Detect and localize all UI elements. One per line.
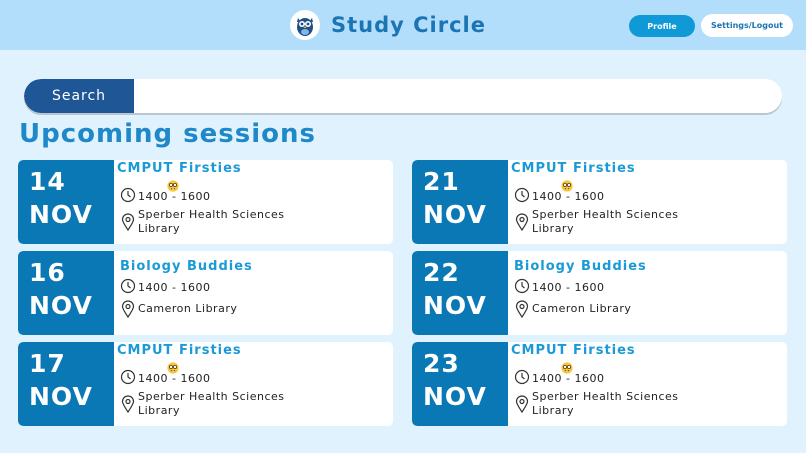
session-date: 17 NOV [18, 342, 114, 426]
settings-logout-button[interactable]: Settings/Logout [701, 14, 793, 37]
profile-button[interactable]: Profile [629, 15, 695, 37]
session-time: 1400 - 1600 [532, 189, 605, 203]
owl-logo-icon [290, 10, 320, 40]
session-location: Cameron Library [532, 302, 631, 316]
session-time-row: 1400 - 1600 [120, 278, 210, 296]
session-day: 14 [29, 167, 66, 196]
session-date: 23 NOV [412, 342, 508, 426]
search-bar: Search [24, 79, 782, 113]
session-card[interactable]: 16 NOV Biology Buddies 1400 - 1600 Cameron L… [18, 251, 393, 335]
session-month: NOV [29, 291, 93, 320]
session-location: Sperber Health Sciences Library [138, 390, 285, 418]
session-location: Sperber Health Sciences Library [532, 208, 679, 236]
session-card[interactable]: 17 NOV CMPUT Firsties 1400 - 1600 Sperber He… [18, 342, 393, 426]
session-location-row: Sperber Health Sciences Library [120, 390, 285, 418]
location-pin-icon [514, 300, 530, 319]
session-time: 1400 - 1600 [138, 280, 211, 294]
session-time-row: 1400 - 1600 [120, 187, 210, 205]
session-card[interactable]: 21 NOV CMPUT Firsties 1400 - 1600 Sperber He… [412, 160, 787, 244]
session-location: Sperber Health Sciences Library [138, 208, 285, 236]
session-location-line1: Cameron Library [532, 302, 632, 315]
brand: Study Circle [290, 9, 486, 41]
session-location-line2: Library [138, 222, 180, 235]
section-title: Upcoming sessions [19, 119, 316, 149]
session-location: Sperber Health Sciences Library [532, 390, 679, 418]
session-date: 22 NOV [412, 251, 508, 335]
session-date: 14 NOV [18, 160, 114, 244]
session-location-line1: Sperber Health Sciences [532, 208, 679, 221]
session-month: NOV [423, 200, 487, 229]
top-bar: Study Circle Profile Settings/Logout [0, 0, 806, 50]
search-input[interactable] [134, 79, 782, 113]
session-group-name[interactable]: CMPUT Firsties [511, 161, 636, 176]
location-pin-icon [120, 300, 136, 319]
clock-icon [514, 369, 530, 387]
session-location-line1: Sperber Health Sciences [138, 390, 285, 403]
session-location-line1: Sperber Health Sciences [138, 208, 285, 221]
session-time: 1400 - 1600 [532, 280, 605, 294]
clock-icon [120, 187, 136, 205]
session-date: 16 NOV [18, 251, 114, 335]
session-card[interactable]: 22 NOV Biology Buddies 1400 - 1600 Cameron L… [412, 251, 787, 335]
session-time: 1400 - 1600 [138, 189, 211, 203]
clock-icon [120, 278, 136, 296]
session-month: NOV [29, 200, 93, 229]
clock-icon [514, 278, 530, 296]
session-group-name[interactable]: CMPUT Firsties [511, 343, 636, 358]
session-date: 21 NOV [412, 160, 508, 244]
session-group-name[interactable]: Biology Buddies [514, 259, 647, 274]
session-month: NOV [29, 382, 93, 411]
session-group-name[interactable]: Biology Buddies [120, 259, 253, 274]
session-location-row: Sperber Health Sciences Library [120, 208, 285, 236]
session-time: 1400 - 1600 [138, 371, 211, 385]
session-location-row: Sperber Health Sciences Library [514, 208, 679, 236]
session-time-row: 1400 - 1600 [514, 369, 604, 387]
session-location-line1: Cameron Library [138, 302, 238, 315]
session-location-row: Cameron Library [514, 300, 631, 319]
session-location: Cameron Library [138, 302, 237, 316]
session-location-row: Cameron Library [120, 300, 237, 319]
location-pin-icon [514, 213, 530, 232]
session-day: 22 [423, 258, 460, 287]
session-month: NOV [423, 382, 487, 411]
search-button[interactable]: Search [24, 79, 134, 113]
session-day: 16 [29, 258, 66, 287]
app-title: Study Circle [331, 13, 487, 37]
session-group-name[interactable]: CMPUT Firsties [117, 161, 242, 176]
session-card[interactable]: 23 NOV CMPUT Firsties 1400 - 1600 Sperber He… [412, 342, 787, 426]
session-location-line2: Library [532, 222, 574, 235]
session-time: 1400 - 1600 [532, 371, 605, 385]
location-pin-icon [120, 395, 136, 414]
location-pin-icon [120, 213, 136, 232]
session-location-line1: Sperber Health Sciences [532, 390, 679, 403]
clock-icon [120, 369, 136, 387]
session-day: 21 [423, 167, 460, 196]
session-time-row: 1400 - 1600 [120, 369, 210, 387]
session-time-row: 1400 - 1600 [514, 187, 604, 205]
clock-icon [514, 187, 530, 205]
session-time-row: 1400 - 1600 [514, 278, 604, 296]
session-day: 17 [29, 349, 66, 378]
session-card[interactable]: 14 NOV CMPUT Firsties 1400 - 1600 Sperber He… [18, 160, 393, 244]
session-group-name[interactable]: CMPUT Firsties [117, 343, 242, 358]
session-location-line2: Library [138, 404, 180, 417]
session-day: 23 [423, 349, 460, 378]
session-location-row: Sperber Health Sciences Library [514, 390, 679, 418]
session-month: NOV [423, 291, 487, 320]
location-pin-icon [514, 395, 530, 414]
session-location-line2: Library [532, 404, 574, 417]
